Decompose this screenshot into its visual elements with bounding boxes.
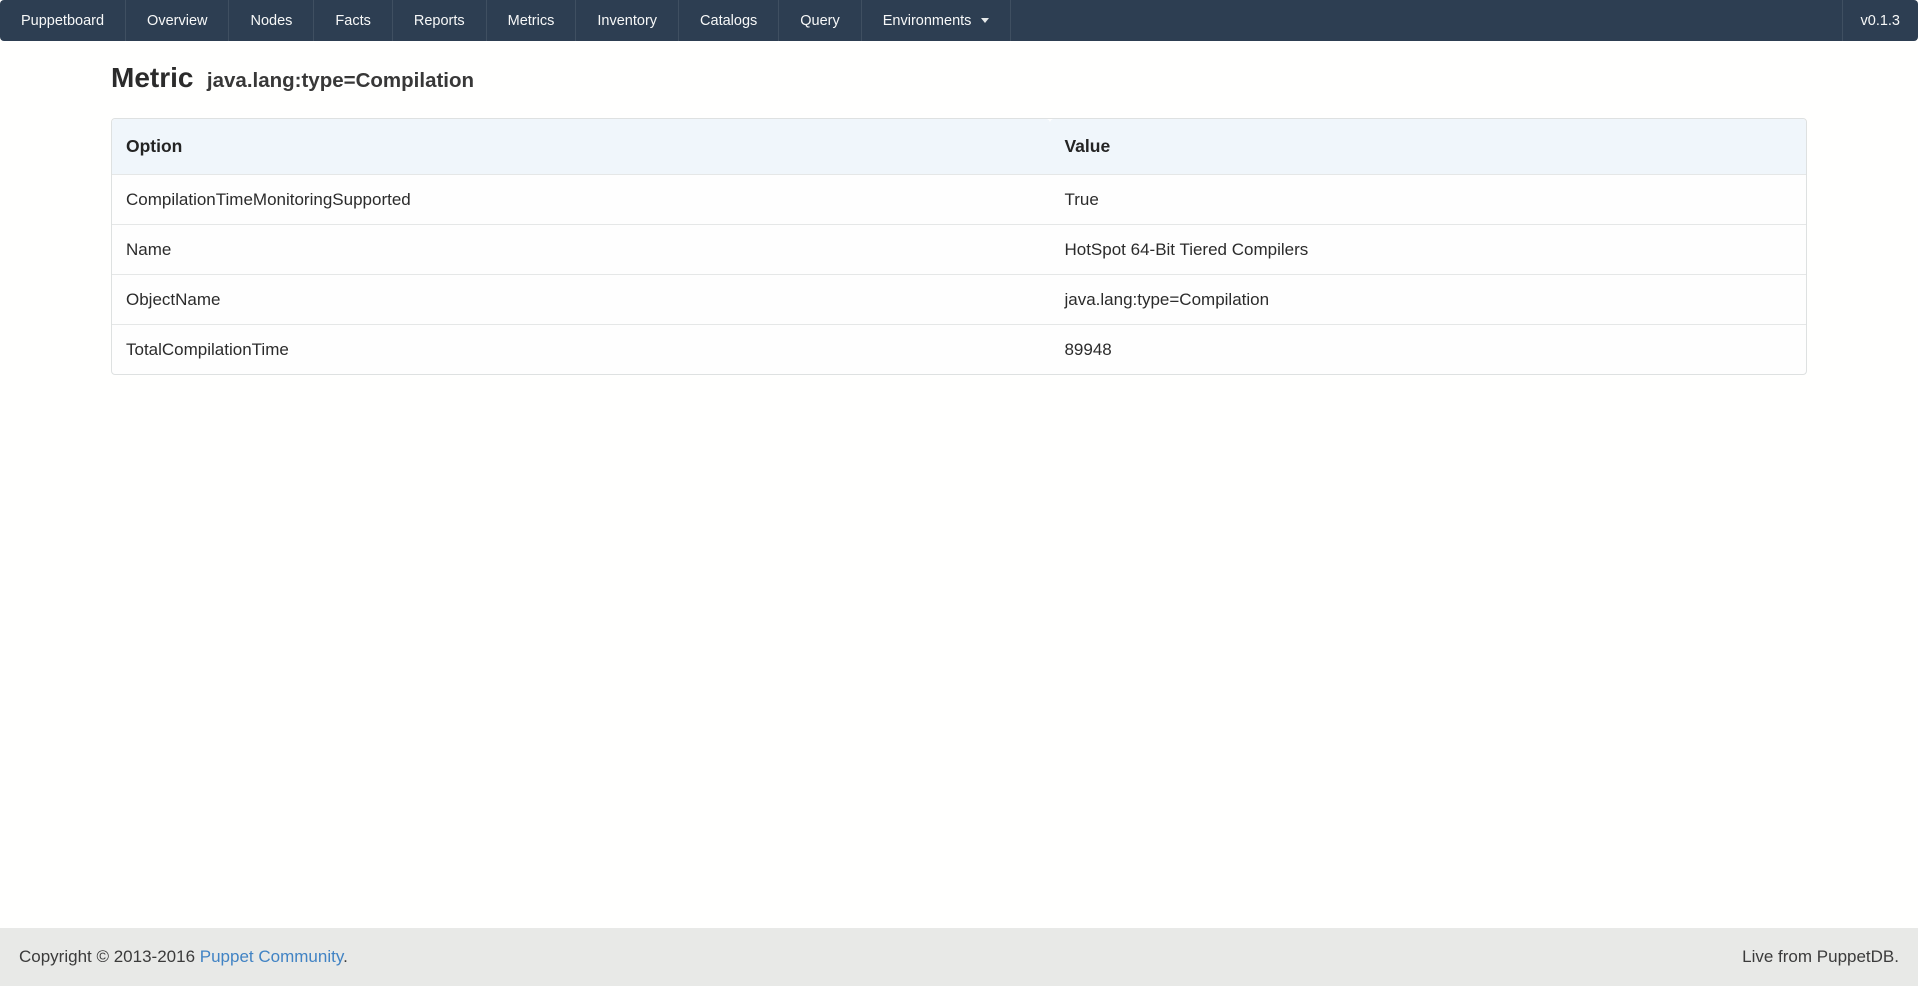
nav-item-label: Puppetboard: [21, 13, 104, 29]
nav-item-overview[interactable]: Overview: [126, 0, 229, 41]
nav-item-label: Environments: [883, 13, 972, 29]
main-content: Metric java.lang:type=Compilation Option…: [0, 41, 1918, 928]
table-row: ObjectNamejava.lang:type=Compilation: [112, 274, 1806, 324]
nav-item-environments[interactable]: Environments: [862, 0, 1012, 41]
value-cell: java.lang:type=Compilation: [1050, 274, 1806, 324]
nav-item-query[interactable]: Query: [779, 0, 862, 41]
version-badge: v0.1.3: [1842, 0, 1918, 41]
nav-item-nodes[interactable]: Nodes: [229, 0, 314, 41]
nav-item-puppetboard[interactable]: Puppetboard: [0, 0, 126, 41]
page-header: Metric java.lang:type=Compilation: [111, 62, 1807, 94]
nav-item-metrics[interactable]: Metrics: [487, 0, 577, 41]
puppet-community-link[interactable]: Puppet Community: [200, 947, 343, 966]
chevron-down-icon: [981, 18, 989, 23]
nav-item-label: Facts: [335, 13, 370, 29]
value-cell: True: [1050, 174, 1806, 224]
copyright-prefix: Copyright © 2013-2016: [19, 947, 195, 966]
copyright-text: Copyright © 2013-2016 Puppet Community.: [19, 947, 348, 967]
nav-item-label: Metrics: [508, 13, 555, 29]
top-navbar: Puppetboard Overview Nodes Facts Reports Metr…: [0, 0, 1918, 41]
page: Puppetboard Overview Nodes Facts Reports Metr…: [0, 0, 1918, 986]
metric-table: Option Value CompilationTimeMonitoringSu…: [111, 118, 1807, 375]
nav-item-facts[interactable]: Facts: [314, 0, 392, 41]
header-row: Option Value: [112, 119, 1806, 174]
value-cell: HotSpot 64-Bit Tiered Compilers: [1050, 224, 1806, 274]
nav-item-label: Overview: [147, 13, 207, 29]
version-label: v0.1.3: [1861, 13, 1901, 29]
page-title: Metric: [111, 62, 193, 93]
table-row: CompilationTimeMonitoringSupportedTrue: [112, 174, 1806, 224]
nav-item-reports[interactable]: Reports: [393, 0, 487, 41]
page-footer: Copyright © 2013-2016 Puppet Community. …: [0, 928, 1918, 986]
metric-table-body: CompilationTimeMonitoringSupportedTrueNa…: [112, 174, 1806, 374]
column-header-option: Option: [112, 119, 1050, 174]
option-cell: ObjectName: [112, 274, 1050, 324]
nav-item-catalogs[interactable]: Catalogs: [679, 0, 779, 41]
option-cell: Name: [112, 224, 1050, 274]
nav-item-label: Nodes: [250, 13, 292, 29]
table-row: NameHotSpot 64-Bit Tiered Compilers: [112, 224, 1806, 274]
nav-item-inventory[interactable]: Inventory: [576, 0, 679, 41]
option-cell: CompilationTimeMonitoringSupported: [112, 174, 1050, 224]
table-row: TotalCompilationTime89948: [112, 324, 1806, 374]
nav-item-label: Catalogs: [700, 13, 757, 29]
value-cell: 89948: [1050, 324, 1806, 374]
option-cell: TotalCompilationTime: [112, 324, 1050, 374]
nav-item-label: Reports: [414, 13, 465, 29]
page-subtitle: java.lang:type=Compilation: [207, 69, 474, 92]
column-header-value: Value: [1050, 119, 1806, 174]
metric-table-head: Option Value: [112, 119, 1806, 174]
nav-item-label: Inventory: [597, 13, 657, 29]
navbar-items: Puppetboard Overview Nodes Facts Reports Metr…: [0, 0, 1011, 41]
puppetdb-status-text: Live from PuppetDB.: [1742, 947, 1899, 967]
copyright-suffix: .: [343, 947, 348, 966]
nav-item-label: Query: [800, 13, 840, 29]
